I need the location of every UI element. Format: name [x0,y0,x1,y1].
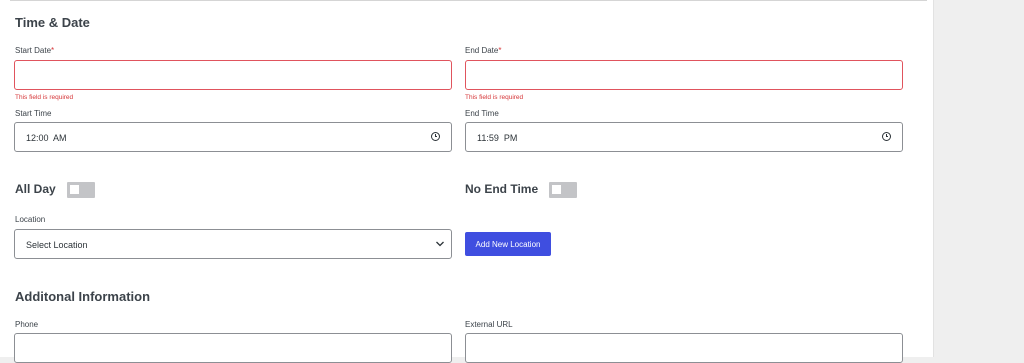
phone-label: Phone [15,320,39,329]
start-time-value: 12:00 AM [26,133,67,143]
start-date-label-text: Start Date [15,46,52,55]
required-mark: * [51,46,55,55]
location-label: Location [15,215,46,224]
end-time-value: 11:59 PM [477,133,518,143]
start-date-error: This field is required [15,94,74,101]
required-mark: * [498,46,502,55]
clock-icon[interactable] [882,132,891,141]
chevron-down-icon [436,241,444,247]
event-form-panel: Time & Date Start Date* This field is re… [0,0,934,363]
end-time-field[interactable]: 11:59 PM [465,122,903,152]
start-date-label: Start Date* [15,46,54,55]
end-date-label: End Date* [465,46,501,55]
external-url-label: External URL [465,320,513,329]
start-time-field[interactable]: 12:00 AM [14,122,452,152]
start-date-field[interactable] [14,60,452,90]
all-day-toggle[interactable] [67,182,95,198]
toggle-knob [552,185,561,194]
end-date-error: This field is required [465,94,524,101]
top-divider [10,0,927,1]
location-select[interactable]: Select Location [14,229,452,259]
add-new-location-button[interactable]: Add New Location [465,232,551,256]
end-date-field[interactable] [465,60,903,90]
external-url-field[interactable] [465,333,903,363]
location-selected-value: Select Location [26,240,88,250]
section-title-additional-info: Additonal Information [15,289,151,304]
phone-field[interactable] [14,333,452,363]
start-time-label: Start Time [15,109,52,118]
clock-icon[interactable] [431,132,440,141]
all-day-label: All Day [15,182,56,196]
no-end-time-label: No End Time [465,182,539,196]
end-date-label-text: End Date [465,46,499,55]
section-title-time-date: Time & Date [15,15,90,30]
no-end-time-toggle[interactable] [549,182,577,198]
end-time-label: End Time [465,109,499,118]
toggle-knob [70,185,79,194]
